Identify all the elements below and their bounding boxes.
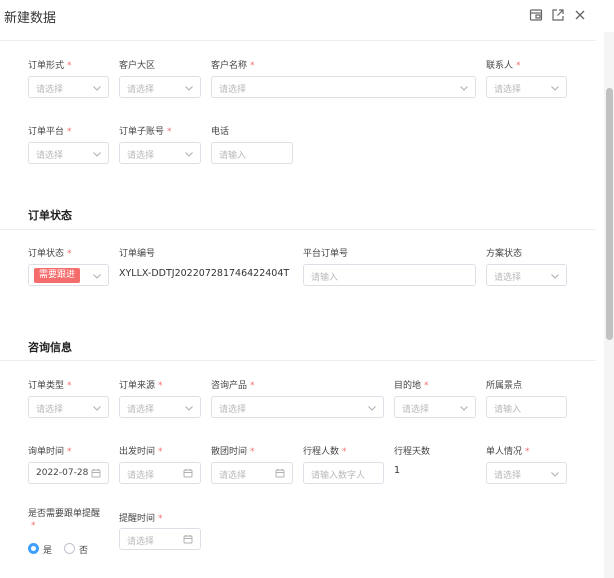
calendar-icon <box>275 468 285 478</box>
label-order-source: 订单来源 * <box>119 381 163 391</box>
inquiry-time-picker[interactable]: 2022-07-28 <box>28 462 109 484</box>
status-badge: 需要跟进 <box>34 268 81 283</box>
radio-remind-yes[interactable]: 是 <box>28 543 58 556</box>
order-platform-select[interactable]: 请选择 <box>28 142 109 164</box>
chevron-down-icon <box>367 403 377 413</box>
label-destination: 目的地 * <box>394 381 429 391</box>
customer-name-select[interactable]: 请选择 <box>211 76 476 98</box>
chevron-down-icon <box>92 271 102 281</box>
label-order-status: 订单状态 * <box>28 249 72 259</box>
label-travelers: 行程人数 * <box>303 447 347 457</box>
order-sub-account-select[interactable]: 请选择 <box>119 142 201 164</box>
customer-region-select[interactable]: 请选择 <box>119 76 201 98</box>
chevron-down-icon <box>184 149 194 159</box>
label-plan-status: 方案状态 <box>486 249 523 259</box>
radio-button[interactable] <box>28 543 39 554</box>
label-consult-product: 咨询产品 * <box>211 381 255 391</box>
label-trip-days: 行程天数 <box>394 447 431 457</box>
chevron-down-icon <box>184 83 194 93</box>
radio-button[interactable] <box>64 543 75 554</box>
label-customer-region: 客户大区 <box>119 61 156 71</box>
close-icon[interactable] <box>573 8 587 22</box>
header-divider <box>0 40 596 41</box>
label-remind-time: 提醒时间 * <box>119 514 163 524</box>
contact-select[interactable]: 请选择 <box>486 76 567 98</box>
phone-input[interactable]: 请输入 <box>211 142 293 164</box>
section-title-consult-info: 咨询信息 <box>28 341 72 354</box>
section-divider <box>0 360 596 361</box>
calendar-icon <box>91 468 101 478</box>
platform-order-no-input[interactable]: 请输入 <box>303 264 476 286</box>
label-departure-time: 出发时间 * <box>119 447 163 457</box>
chevron-down-icon <box>92 149 102 159</box>
label-customer-name: 客户名称 * <box>211 61 255 71</box>
label-order-type: 订单类型 * <box>28 381 72 391</box>
single-situation-select[interactable]: 请选择 <box>486 462 567 484</box>
trip-days-value: 1 <box>394 465 401 476</box>
scenic-spot-input[interactable]: 请输入 <box>486 396 567 418</box>
travelers-input[interactable]: 请输入数字人 <box>303 462 384 484</box>
chevron-down-icon <box>459 83 469 93</box>
order-form-select[interactable]: 请选择 <box>28 76 109 98</box>
chevron-down-icon <box>92 403 102 413</box>
label-platform-order-no: 平台订单号 <box>303 249 349 259</box>
label-phone: 电话 <box>211 127 230 137</box>
label-contact: 联系人 * <box>486 61 521 71</box>
order-status-select[interactable]: 需要跟进 <box>28 264 109 286</box>
chevron-down-icon <box>550 271 560 281</box>
label-single-situation: 单人情况 * <box>486 447 530 457</box>
label-dismiss-time: 散团时间 * <box>211 447 255 457</box>
plan-status-select[interactable]: 请选择 <box>486 264 567 286</box>
popout-icon[interactable] <box>551 8 565 22</box>
order-no-value: XYLLX-DDTJ202207281746422404T <box>119 268 290 279</box>
chevron-down-icon <box>550 469 560 479</box>
destination-select[interactable]: 请选择 <box>394 396 476 418</box>
order-type-select[interactable]: 请选择 <box>28 396 109 418</box>
chevron-down-icon <box>550 83 560 93</box>
remind-time-picker[interactable]: 请选择 <box>119 528 201 550</box>
departure-time-picker[interactable]: 请选择 <box>119 462 201 484</box>
label-scenic-spot: 所属景点 <box>486 381 523 391</box>
scrollbar-thumb[interactable] <box>606 88 613 340</box>
radio-remind-no[interactable]: 否 <box>64 543 94 556</box>
chevron-down-icon <box>184 403 194 413</box>
section-title-order-status: 订单状态 <box>28 209 72 222</box>
consult-product-select[interactable]: 请选择 <box>211 396 384 418</box>
order-source-select[interactable]: 请选择 <box>119 396 201 418</box>
dismiss-time-picker[interactable]: 请选择 <box>211 462 293 484</box>
label-order-sub-account: 订单子账号 * <box>119 127 172 137</box>
chevron-down-icon <box>459 403 469 413</box>
label-remind-need: 是否需要跟单提醒* <box>28 509 101 531</box>
chevron-down-icon <box>92 83 102 93</box>
calendar-icon <box>183 468 193 478</box>
fullscreen-icon[interactable] <box>529 8 543 22</box>
label-order-platform: 订单平台 * <box>28 127 72 137</box>
dialog-header: 新建数据 <box>0 0 614 32</box>
dialog-title: 新建数据 <box>4 11 57 26</box>
label-inquiry-time: 询单时间 * <box>28 447 72 457</box>
label-order-no: 订单编号 <box>119 249 156 259</box>
label-order-form: 订单形式 * <box>28 61 72 71</box>
section-divider <box>0 229 596 230</box>
calendar-icon <box>183 534 193 544</box>
